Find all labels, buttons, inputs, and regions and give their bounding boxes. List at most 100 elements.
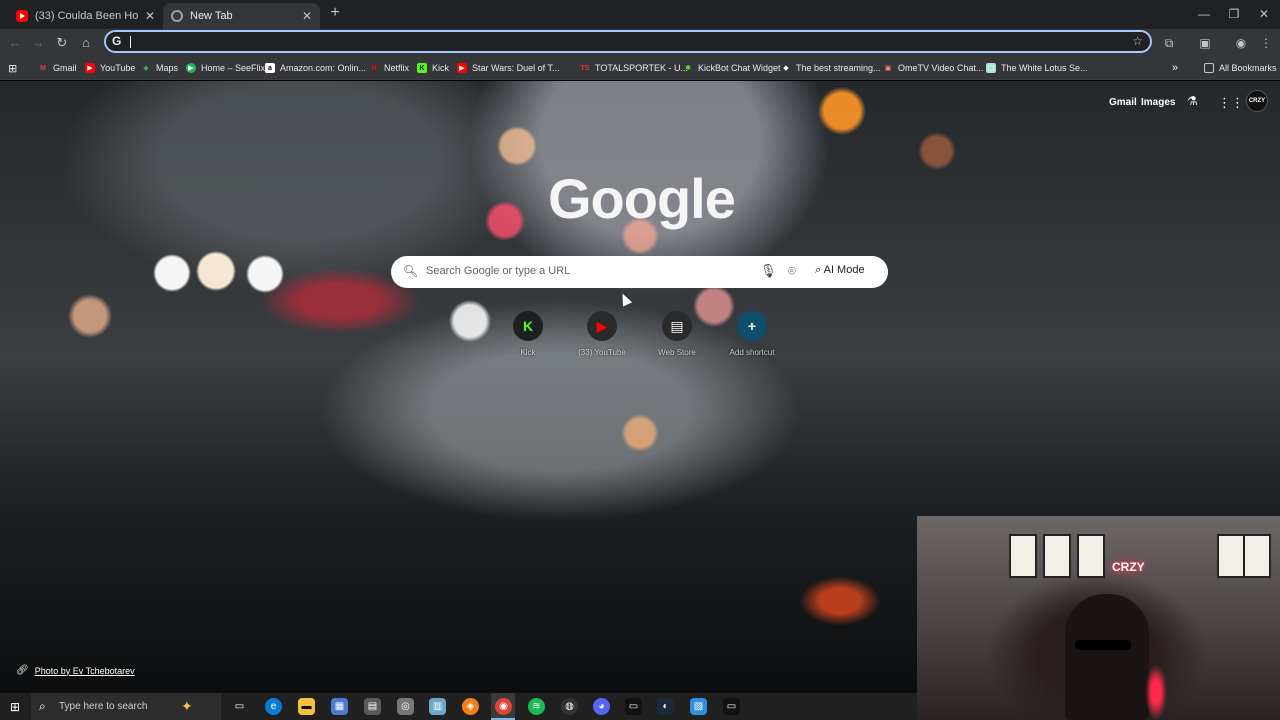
file-explorer-icon[interactable]: ▬ — [298, 698, 315, 715]
bookmark-label: Amazon.com: Onlin... — [280, 63, 367, 73]
bookmark-kick[interactable]: K Kick — [417, 60, 449, 76]
bookmark-star-wars[interactable]: ▶ Star Wars: Duel of T... — [457, 60, 560, 76]
text-caret — [130, 36, 131, 48]
side-panel-icon[interactable]: ▣ — [1196, 34, 1214, 52]
app-icon[interactable]: ▥ — [429, 698, 446, 715]
images-link[interactable]: Images — [1141, 97, 1175, 108]
search-icon: ⌕ — [39, 699, 46, 713]
mouse-cursor — [617, 291, 633, 307]
windows-start-icon[interactable]: ⊞ — [10, 700, 20, 714]
shortcut-web-store[interactable]: ▤ Web Store — [637, 311, 717, 357]
wall-poster — [1009, 534, 1037, 578]
forward-icon[interactable]: → — [29, 34, 47, 52]
photo-credit-link[interactable]: 🔗︎ Photo by Ev Tchebotarev — [16, 665, 135, 676]
bookmark-star-icon[interactable]: ☆ — [1132, 34, 1143, 48]
address-bar[interactable]: G ☆ — [104, 30, 1152, 53]
ai-mode-button[interactable]: ⌕ AI Mode — [815, 264, 865, 277]
bookmark-label: TOTALSPORTEK - U... — [595, 63, 689, 73]
calculator-icon[interactable]: ▤ — [364, 698, 381, 715]
google-g-icon: G — [112, 34, 122, 48]
app-icon[interactable]: ◎ — [397, 698, 414, 715]
edge-icon[interactable]: e — [265, 698, 282, 715]
bookmarks-bar: ⊞ M Gmail ▶ YouTube ◆ Maps ▶ Home – SeeFlix … — [0, 56, 1280, 80]
bookmark-netflix[interactable]: N Netflix — [369, 60, 409, 76]
brave-icon[interactable]: ◈ — [462, 698, 479, 715]
folder-icon — [1204, 63, 1214, 73]
window-close-icon[interactable]: ✕ — [1254, 6, 1274, 22]
apps-grid-icon[interactable]: ⊞ — [8, 60, 17, 76]
restore-icon[interactable]: ❐ — [1224, 6, 1244, 22]
wall-poster — [1077, 534, 1105, 578]
netflix-icon: N — [371, 64, 377, 72]
windows-taskbar: ⊞ ⌕ Type here to search ✦ ▭ e ▬ ▦ ▤ ◎ ▥ … — [0, 693, 917, 720]
search-placeholder: Search Google or type a URL — [426, 265, 571, 277]
bookmark-label: OmeTV Video Chat... — [898, 63, 984, 73]
overflow-chevron-icon[interactable]: » — [1172, 60, 1178, 76]
bookmark-seeflix[interactable]: ▶ Home – SeeFlix — [186, 60, 265, 76]
streamer — [1065, 594, 1149, 720]
youtube-icon: ▶ — [85, 63, 95, 73]
search-box[interactable]: 🔍︎ Search Google or type a URL 🎙︎ ⌾ ⌕ AI… — [391, 256, 888, 288]
app-icon[interactable]: ▧ — [690, 698, 707, 715]
bookmark-kickbot[interactable]: ✱ KickBot Chat Widget — [683, 60, 780, 76]
terminal-icon[interactable]: ▭ — [625, 698, 642, 715]
bookmark-whitelotus[interactable]: ▢ The White Lotus Se... — [986, 60, 1088, 76]
labs-flask-icon[interactable]: ⚗ — [1187, 94, 1198, 108]
bookmark-label: Kick — [432, 63, 450, 73]
home-icon[interactable]: ⌂ — [77, 34, 95, 52]
minimize-icon[interactable]: — — [1194, 6, 1214, 22]
close-icon[interactable]: ✕ — [145, 9, 155, 23]
new-tab-button[interactable]: + — [327, 5, 343, 21]
bookmark-ometv[interactable]: ▣ OmeTV Video Chat... — [883, 60, 984, 76]
discord-icon[interactable]: ◕ — [593, 698, 610, 715]
bookmark-amazon[interactable]: a Amazon.com: Onlin... — [265, 60, 366, 76]
back-icon[interactable]: ← — [6, 34, 24, 52]
toolbar: ← → ↻ ⌂ G ☆ ⧉ ▣ ◉ ⋮ — [0, 29, 1280, 56]
bookmark-gmail[interactable]: M Gmail — [38, 60, 76, 76]
shortcut-youtube[interactable]: ▶ (33) YouTube — [562, 311, 642, 357]
search-icon: 🔍︎ — [403, 264, 419, 278]
microphone-icon[interactable]: 🎙︎ — [760, 263, 777, 279]
steam-icon[interactable]: ◐ — [657, 698, 674, 715]
spotify-icon[interactable]: ≋ — [528, 698, 545, 715]
bookmark-youtube[interactable]: ▶ YouTube — [85, 60, 135, 76]
chrome-icon — [171, 10, 183, 22]
avatar[interactable]: CRZY — [1246, 90, 1268, 112]
shortcut-label: Web Store — [658, 348, 696, 357]
obs-icon[interactable]: ◍ — [561, 698, 578, 715]
neon-sign: CRZY — [1112, 560, 1145, 574]
youtube-icon: ▶ — [587, 311, 617, 341]
reload-icon[interactable]: ↻ — [53, 34, 71, 52]
gmail-link[interactable]: Gmail — [1109, 97, 1137, 108]
app-icon[interactable]: ▦ — [331, 698, 348, 715]
add-shortcut-button[interactable]: + Add shortcut — [712, 311, 792, 357]
webcam-overlay: CRZY — [917, 516, 1280, 720]
ai-mode-label: AI Mode — [823, 264, 865, 276]
red-light — [1145, 664, 1167, 720]
ometv-icon: ▣ — [884, 65, 892, 72]
close-icon[interactable]: ✕ — [302, 9, 312, 23]
plus-icon: + — [737, 311, 767, 341]
whitelotus-icon: ▢ — [986, 63, 996, 73]
extensions-icon[interactable]: ⧉ — [1160, 34, 1178, 52]
tab-new-tab[interactable]: New Tab ✕ — [163, 3, 320, 29]
app-icon[interactable]: ▭ — [723, 698, 740, 715]
tab-strip: (33) Coulda Been House 2, Epis ✕ New Tab… — [0, 0, 1280, 29]
kick-icon: K — [513, 311, 543, 341]
amazon-icon: a — [265, 63, 275, 73]
tab-youtube[interactable]: (33) Coulda Been House 2, Epis ✕ — [8, 3, 163, 29]
bookmark-streaming[interactable]: ◆ The best streaming... — [781, 60, 880, 76]
chrome-icon[interactable]: ◉ — [495, 698, 512, 715]
all-bookmarks[interactable]: All Bookmarks — [1204, 60, 1277, 76]
task-view-icon[interactable]: ▭ — [231, 698, 248, 715]
youtube-icon: ▶ — [457, 63, 467, 73]
bookmark-totalsportek[interactable]: TS TOTALSPORTEK - U... — [580, 60, 689, 76]
taskbar-search[interactable]: ⌕ Type here to search ✦ — [31, 693, 221, 720]
shortcut-kick[interactable]: K Kick — [488, 311, 568, 357]
google-lens-icon[interactable]: ⌾ — [788, 263, 796, 279]
bookmark-label: YouTube — [100, 63, 136, 73]
profile-icon[interactable]: ◉ — [1232, 34, 1250, 52]
all-bookmarks-label: All Bookmarks — [1219, 63, 1277, 73]
bookmark-maps[interactable]: ◆ Maps — [141, 60, 178, 76]
menu-icon[interactable]: ⋮ — [1257, 34, 1275, 52]
